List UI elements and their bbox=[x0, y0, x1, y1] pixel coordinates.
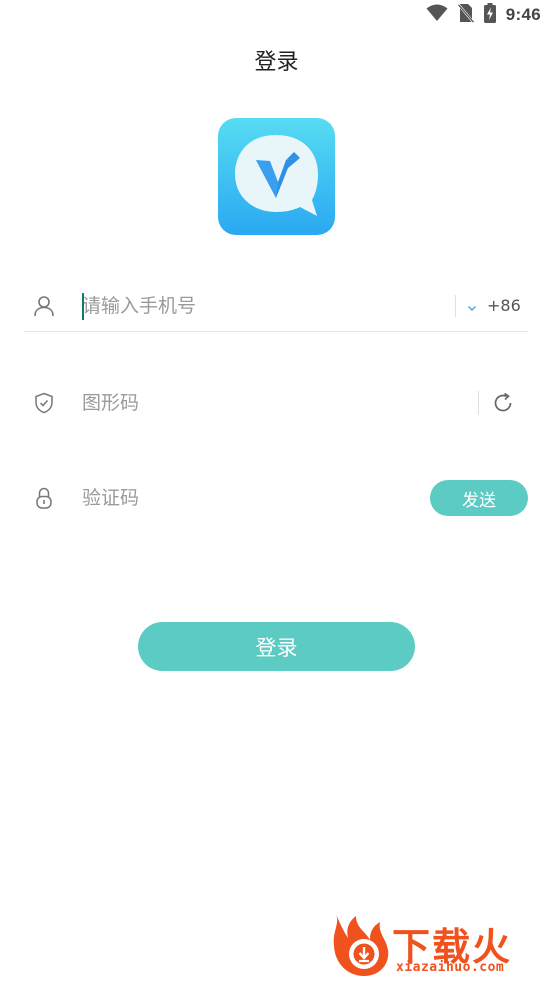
refresh-icon[interactable] bbox=[491, 391, 515, 415]
phone-field: +86 bbox=[24, 281, 528, 332]
flame-logo-icon bbox=[326, 910, 392, 984]
country-code[interactable]: +86 bbox=[487, 296, 521, 315]
captcha-field bbox=[24, 378, 528, 428]
phone-input[interactable] bbox=[82, 290, 442, 322]
battery-charging-icon bbox=[483, 3, 496, 27]
captcha-divider bbox=[478, 391, 479, 415]
status-bar: 9:46 bbox=[0, 0, 553, 30]
app-logo bbox=[218, 118, 335, 235]
login-button[interactable]: 登录 bbox=[138, 622, 415, 671]
watermark: 下载火 xiazaihuo.com bbox=[326, 910, 548, 980]
verification-code-input[interactable] bbox=[82, 482, 402, 514]
chevron-down-icon[interactable] bbox=[466, 299, 478, 311]
text-caret bbox=[82, 293, 84, 320]
status-icons: 9:46 bbox=[426, 3, 541, 27]
no-sim-icon bbox=[456, 3, 475, 27]
send-code-button[interactable]: 发送 bbox=[430, 480, 528, 516]
captcha-input[interactable] bbox=[82, 387, 462, 419]
page-title: 登录 bbox=[254, 50, 299, 75]
country-divider bbox=[455, 295, 456, 317]
status-time: 9:46 bbox=[505, 5, 541, 24]
watermark-url: xiazaihuo.com bbox=[396, 960, 505, 975]
wifi-icon bbox=[426, 4, 448, 26]
shield-check-icon bbox=[32, 391, 56, 415]
lock-icon bbox=[32, 486, 56, 510]
verification-code-field: 发送 bbox=[24, 473, 528, 523]
user-icon bbox=[32, 294, 56, 318]
